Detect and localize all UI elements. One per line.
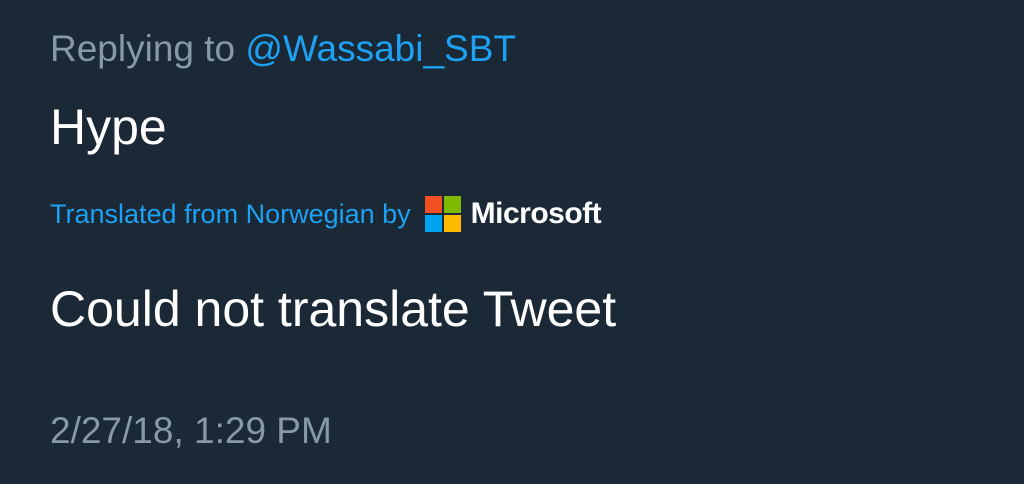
reply-handle-link[interactable]: @Wassabi_SBT (245, 28, 516, 69)
microsoft-logo-icon (424, 196, 461, 232)
replying-to-label: Replying to (50, 28, 236, 69)
tweet-text: Hype (50, 99, 167, 155)
tweet-timestamp[interactable]: 2/27/18, 1:29 PM (50, 410, 332, 452)
translation-attribution: Translated from Norwegian by Microsoft (50, 196, 602, 232)
tweet-detail: Replying to @Wassabi_SBT Hype Translated… (50, 0, 1024, 484)
translation-provider-name: Microsoft (470, 197, 602, 230)
translated-from-link[interactable]: Translated from Norwegian by (50, 199, 411, 230)
replying-to-line: Replying to @Wassabi_SBT (50, 28, 516, 70)
translation-result: Could not translate Tweet (50, 281, 617, 337)
